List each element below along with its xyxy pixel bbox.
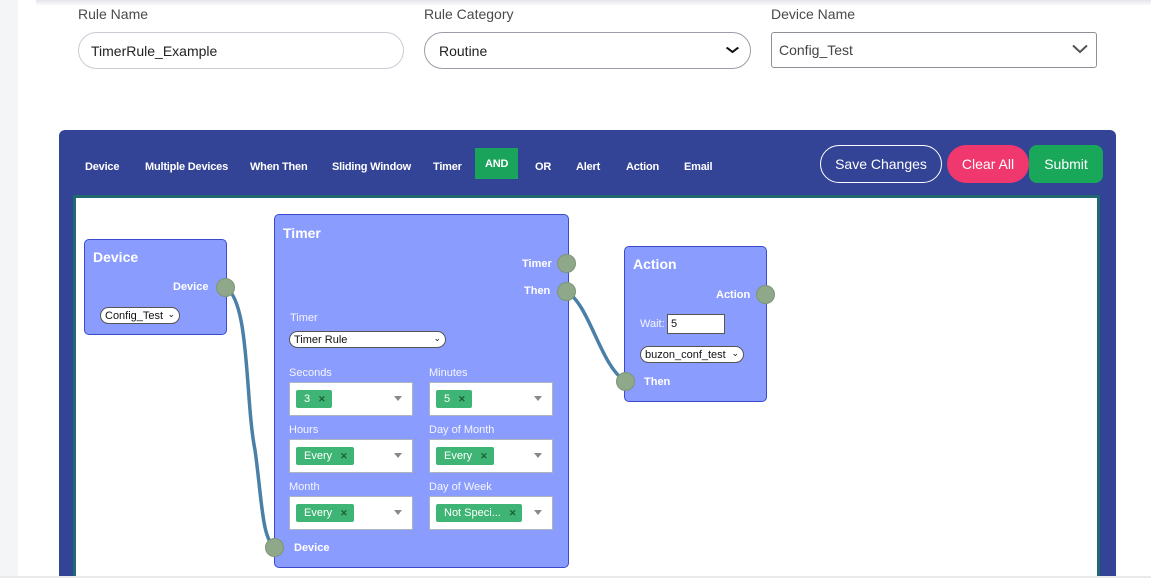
connection-device-to-timer — [223, 285, 277, 549]
connection-timer-to-action — [564, 289, 627, 383]
timer-node-timer-port[interactable] — [557, 254, 576, 273]
timer-node-device-port[interactable] — [265, 538, 284, 557]
action-node-output-port[interactable] — [756, 285, 775, 304]
timer-node-then-port[interactable] — [557, 282, 576, 301]
device-node-output-port[interactable] — [216, 278, 235, 297]
action-node-then-port[interactable] — [616, 372, 635, 391]
